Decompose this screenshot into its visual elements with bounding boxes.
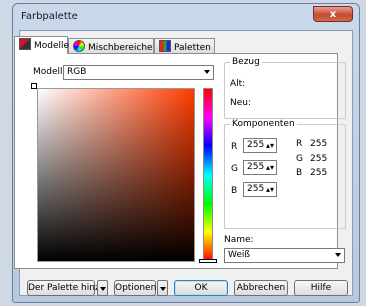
help-button[interactable]: Hilfe (294, 280, 348, 296)
g-spinner[interactable]: 255 ▴▾ (243, 160, 277, 175)
tab-mischbereiche[interactable]: Mischbereiche (68, 38, 154, 53)
options-dropdown[interactable] (157, 280, 168, 296)
r-value: 255 (247, 140, 265, 150)
readout-b-value: 255 (310, 168, 328, 178)
name-select-value: Weiß (228, 250, 251, 260)
model-label: Modell: (33, 67, 66, 77)
readout-r-label: R (296, 139, 303, 149)
g-label: G (231, 164, 238, 174)
model-select-value: RGB (67, 67, 87, 77)
add-to-palette-dropdown[interactable] (97, 280, 108, 296)
options-button[interactable]: Optionen (114, 280, 156, 296)
window-title: Farbpalette (21, 11, 78, 22)
reference-title: Bezug (230, 57, 262, 67)
readout-r-value: 255 (310, 139, 328, 149)
tab-label: Modelle (34, 41, 70, 51)
add-to-palette-button[interactable]: Der Palette hinz. (27, 280, 103, 296)
name-select[interactable]: Weiß (224, 248, 345, 263)
tab-paletten[interactable]: Paletten (154, 38, 215, 53)
b-spinner[interactable]: 255 ▴▾ (243, 182, 277, 197)
b-label: B (231, 186, 238, 196)
color-field[interactable] (37, 88, 195, 262)
name-label: Name: (224, 235, 254, 245)
r-label: R (231, 142, 238, 152)
tab-label: Mischbereiche (88, 43, 153, 53)
hue-slider[interactable] (203, 88, 213, 262)
close-icon: x (329, 9, 337, 20)
close-button[interactable]: x (313, 6, 353, 22)
reference-group: Bezug (224, 57, 346, 119)
mixers-icon (73, 40, 85, 52)
models-icon (19, 38, 31, 50)
chevron-down-icon (335, 253, 341, 257)
new-color-label: Neu: (230, 98, 252, 108)
chevron-down-icon (204, 70, 210, 74)
components-title: Komponenten (230, 119, 297, 129)
tab-label: Paletten (174, 43, 211, 53)
r-spinner[interactable]: 255 ▴▾ (243, 138, 277, 153)
old-color-label: Alt: (230, 79, 246, 89)
ok-button[interactable]: OK (174, 280, 228, 296)
cancel-button[interactable]: Abbrechen (234, 280, 288, 296)
readout-g-value: 255 (310, 154, 328, 164)
hue-slider-handle[interactable] (199, 259, 217, 263)
spin-arrows-icon: ▴▾ (265, 141, 274, 150)
palettes-icon (159, 40, 171, 52)
g-value: 255 (247, 162, 265, 172)
readout-g-label: G (296, 154, 303, 164)
tab-modelle[interactable]: Modelle (14, 36, 70, 54)
model-select[interactable]: RGB (63, 65, 214, 80)
spin-arrows-icon: ▴▾ (265, 185, 274, 194)
spin-arrows-icon: ▴▾ (265, 163, 274, 172)
b-value: 255 (247, 184, 265, 194)
readout-b-label: B (296, 168, 303, 178)
